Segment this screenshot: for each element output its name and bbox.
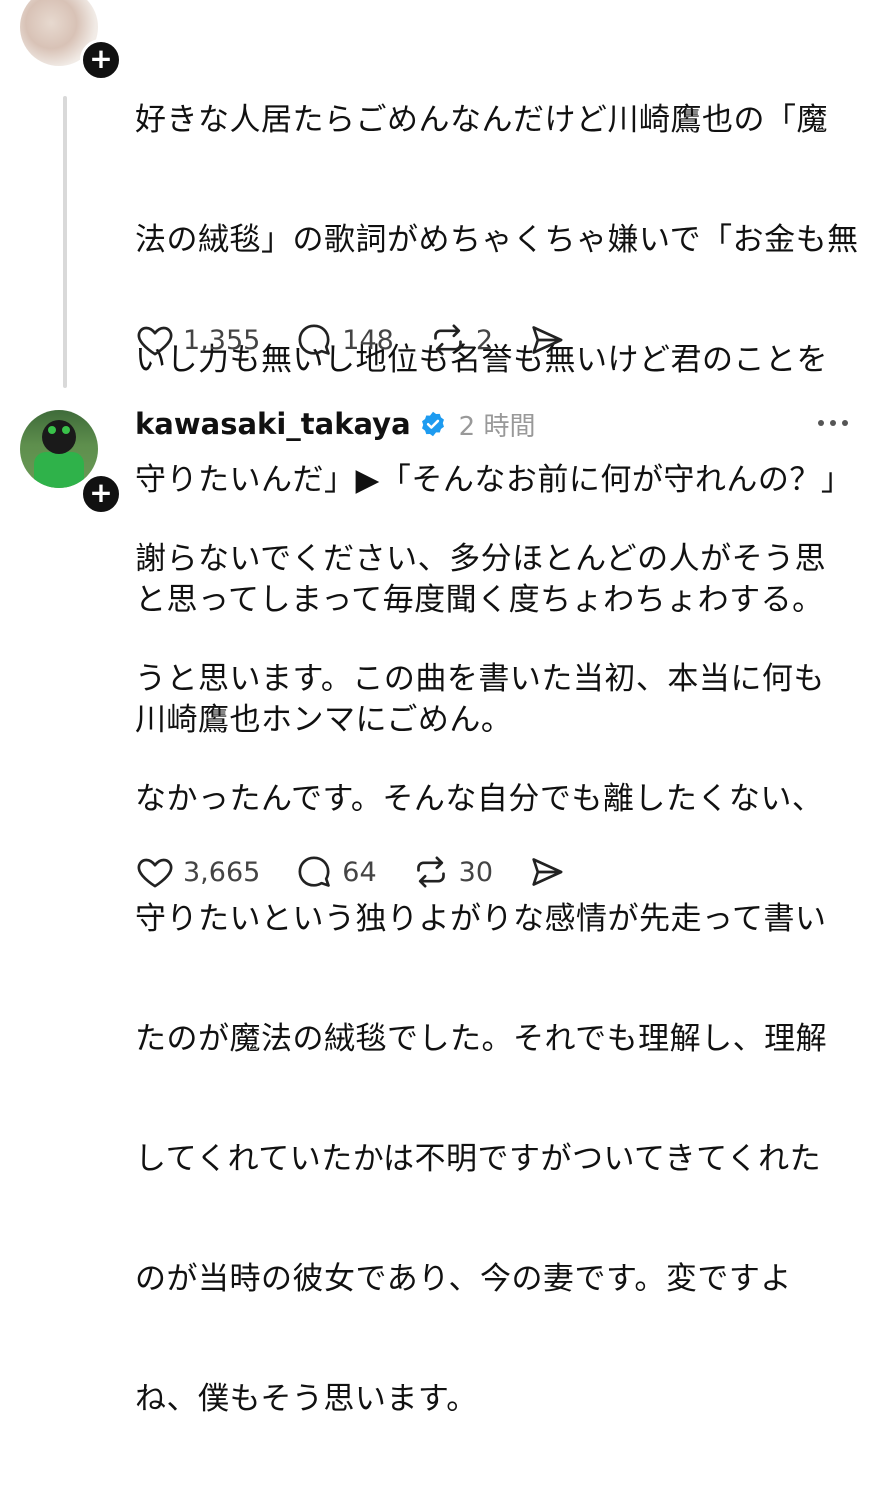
action-bar: 3,665 64 30 <box>135 852 609 892</box>
post-text-line: 好きな人居たらごめんなんだけど川崎鷹也の「魔 <box>135 102 828 138</box>
post-text-line: たのが魔法の絨毯でした。それでも理解し、理解 <box>135 1021 828 1057</box>
follow-plus-icon[interactable]: + <box>80 39 122 81</box>
reply-button[interactable]: 64 <box>294 852 377 892</box>
like-button[interactable]: 3,665 <box>135 852 260 892</box>
follow-plus-icon[interactable]: + <box>80 473 122 515</box>
avatar-eye <box>62 426 70 434</box>
repost-icon <box>416 856 445 888</box>
verified-badge-icon <box>421 411 444 437</box>
post-text-line: なかったんです。そんな自分でも離したくない、 <box>135 781 824 817</box>
send-icon <box>532 858 563 886</box>
post-text-line: ね、僕もそう思います。 <box>135 1381 478 1417</box>
avatar-eye <box>48 426 56 434</box>
post-text: 謝らないでください、多分ほとんどの人がそう思 うと思います。この曲を書いた当初、… <box>135 459 835 1499</box>
repost-button[interactable]: 2 <box>428 320 493 360</box>
post-text-line: のが当時の彼女であり、今の妻です。変ですよ <box>135 1261 792 1297</box>
reply-button[interactable]: 148 <box>294 320 394 360</box>
share-button[interactable] <box>527 852 575 892</box>
comment-icon <box>298 856 331 887</box>
repost-count: 30 <box>458 856 494 888</box>
post-text-line: 法の絨毯」の歌詞がめちゃくちゃ嫌いで「お金も無 <box>135 222 859 258</box>
heart-icon <box>137 858 173 888</box>
post-header: kawasaki_takaya 2 時間 <box>135 402 535 446</box>
post-time: 2 時間 <box>458 411 536 442</box>
username[interactable]: kawasaki_takaya <box>135 407 411 441</box>
more-icon[interactable] <box>818 420 848 426</box>
post-text-line: 守りたいという独りよがりな感情が先走って書い <box>135 901 827 937</box>
send-icon <box>532 326 563 354</box>
repost-icon <box>434 324 462 356</box>
avatar-figure <box>34 452 84 488</box>
avatar-mask <box>42 420 76 454</box>
reply-count: 64 <box>342 856 377 888</box>
thread-line <box>63 96 67 388</box>
action-bar: 1,355 148 2 <box>135 320 609 360</box>
like-count: 1,355 <box>183 324 261 356</box>
repost-count: 2 <box>475 324 494 356</box>
avatar[interactable] <box>20 410 98 488</box>
comment-icon <box>298 324 331 355</box>
reply-count: 148 <box>342 324 394 356</box>
share-button[interactable] <box>527 320 575 360</box>
like-count: 3,665 <box>183 856 261 888</box>
post-text-line: してくれていたかは不明ですがついてきてくれた <box>135 1141 822 1177</box>
post-text-line: 謝らないでください、多分ほとんどの人がそう思 <box>135 541 827 577</box>
post-text-line: うと思います。この曲を書いた当初、本当に何も <box>135 661 825 697</box>
heart-icon <box>137 326 173 356</box>
repost-button[interactable]: 30 <box>411 852 493 892</box>
like-button[interactable]: 1,355 <box>135 320 260 360</box>
